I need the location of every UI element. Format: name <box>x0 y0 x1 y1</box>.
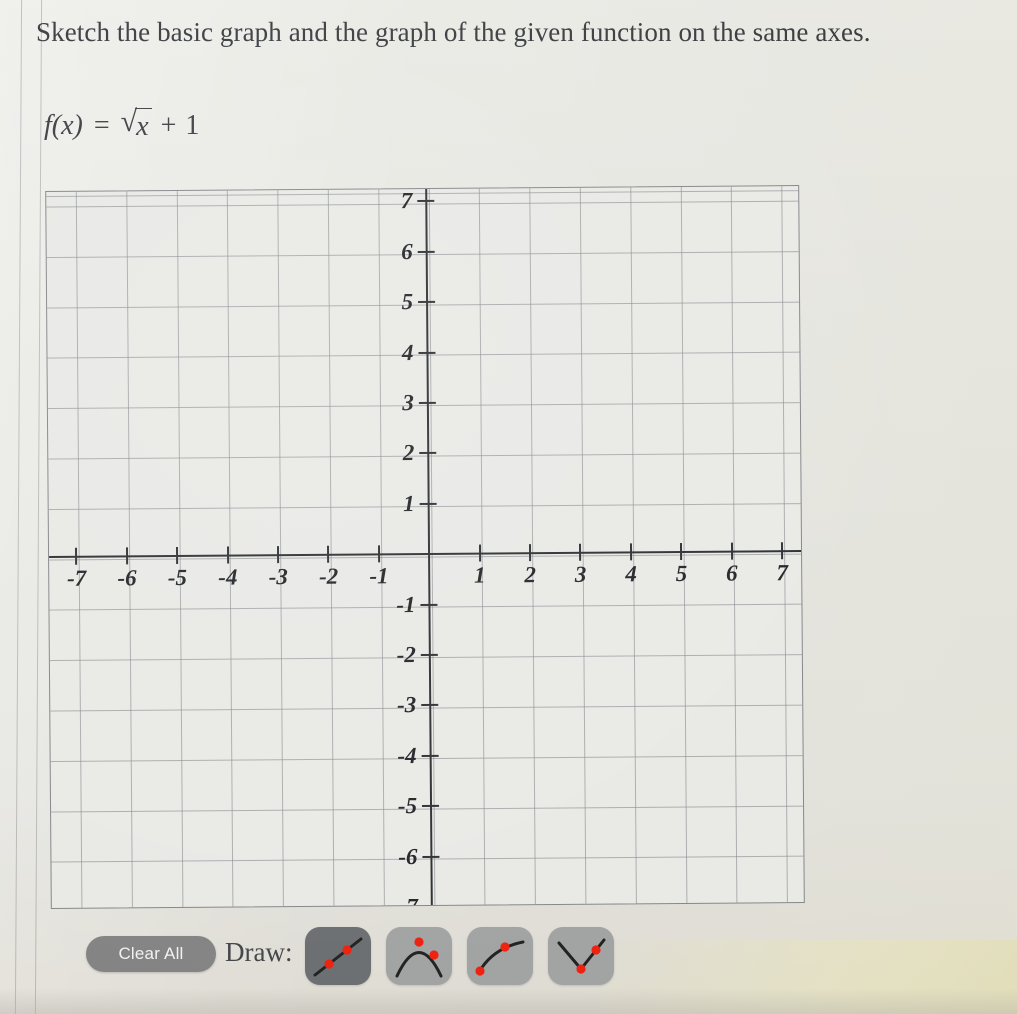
parabola-tool-button[interactable] <box>386 927 452 985</box>
plus-sign: + <box>160 109 177 141</box>
x-tick-6 <box>730 542 733 560</box>
y-tick-label-7: 7 <box>400 188 413 214</box>
drawing-toolbar: Clear All Draw: <box>0 925 1017 995</box>
y-tick-label--2: -2 <box>396 642 416 668</box>
y-tick-label--1: -1 <box>396 591 416 617</box>
line-icon <box>313 937 363 977</box>
line-tool-button[interactable] <box>305 927 371 985</box>
x-tick-label--6: -6 <box>117 565 137 591</box>
y-tick-label-4: 4 <box>401 339 414 365</box>
y-tick-label-3: 3 <box>402 390 414 416</box>
x-tick-label-7: 7 <box>776 560 789 586</box>
x-tick-label--5: -5 <box>167 564 188 591</box>
graph-frame: -7 -6 -5 -4 -3 -2 -1 1 2 3 4 5 6 7 -7 -6 -5 -4 -3 -2 -1 1 2 3 4 5… <box>45 185 805 909</box>
y-tick-label-2: 2 <box>402 440 415 466</box>
x-tick-label--4: -4 <box>218 564 238 590</box>
y-tick-label-1: 1 <box>403 490 415 516</box>
y-tick-label--5: -5 <box>397 793 418 819</box>
equals-sign: = <box>93 109 110 141</box>
clear-all-button[interactable]: Clear All <box>86 936 216 972</box>
x-tick-2 <box>528 544 532 562</box>
parabola-icon <box>395 937 443 978</box>
radical-expression: √ x <box>121 107 152 143</box>
x-tick--5 <box>176 546 179 564</box>
x-tick-label-6: 6 <box>725 560 738 586</box>
y-tick-label--4: -4 <box>397 742 417 769</box>
graph-canvas[interactable]: -7 -6 -5 -4 -3 -2 -1 1 2 3 4 5 6 7 -7 -6 -5 -4 -3 -2 -1 1 2 3 4 5… <box>45 185 805 909</box>
x-tick--7 <box>75 547 78 565</box>
x-tick-label-2: 2 <box>524 562 537 588</box>
x-tick-label-3: 3 <box>574 561 587 587</box>
x-tick--3 <box>276 546 280 564</box>
x-tick-label--2: -2 <box>318 563 339 589</box>
x-tick-3 <box>579 543 582 561</box>
y-tick-label-6: 6 <box>401 238 413 264</box>
x-tick--1 <box>377 545 380 563</box>
absolute-value-icon <box>557 938 606 974</box>
absolute-value-tool-button[interactable] <box>548 927 614 985</box>
function-name: f(x) <box>44 109 83 141</box>
x-tick-label-5: 5 <box>675 560 688 587</box>
y-tick-label-5: 5 <box>401 289 414 315</box>
x-tick-label-1: 1 <box>473 562 486 588</box>
x-tick-4 <box>629 543 632 561</box>
y-tick-label--3: -3 <box>396 692 417 718</box>
x-tick--4 <box>226 546 229 564</box>
x-tick-1 <box>478 544 481 562</box>
x-tick-7 <box>780 542 784 560</box>
draw-label: Draw: <box>225 937 293 967</box>
x-tick--2 <box>327 545 330 563</box>
square-root-icon <box>475 940 525 976</box>
x-tick--6 <box>125 547 129 565</box>
radicand: x <box>135 108 152 143</box>
constant-term: 1 <box>185 109 200 141</box>
x-tick-label--3: -3 <box>268 564 288 590</box>
x-tick-label--7: -7 <box>66 565 87 591</box>
x-tick-5 <box>680 542 683 560</box>
x-tick-label-4: 4 <box>625 561 637 587</box>
square-root-tool-button[interactable] <box>467 927 533 985</box>
page-title: Sketch the basic graph and the graph of … <box>36 17 871 47</box>
y-tick-label--6: -6 <box>398 843 418 869</box>
x-tick-label--1: -1 <box>369 563 389 589</box>
function-expression: f(x) = √ x + 1 <box>44 107 200 143</box>
